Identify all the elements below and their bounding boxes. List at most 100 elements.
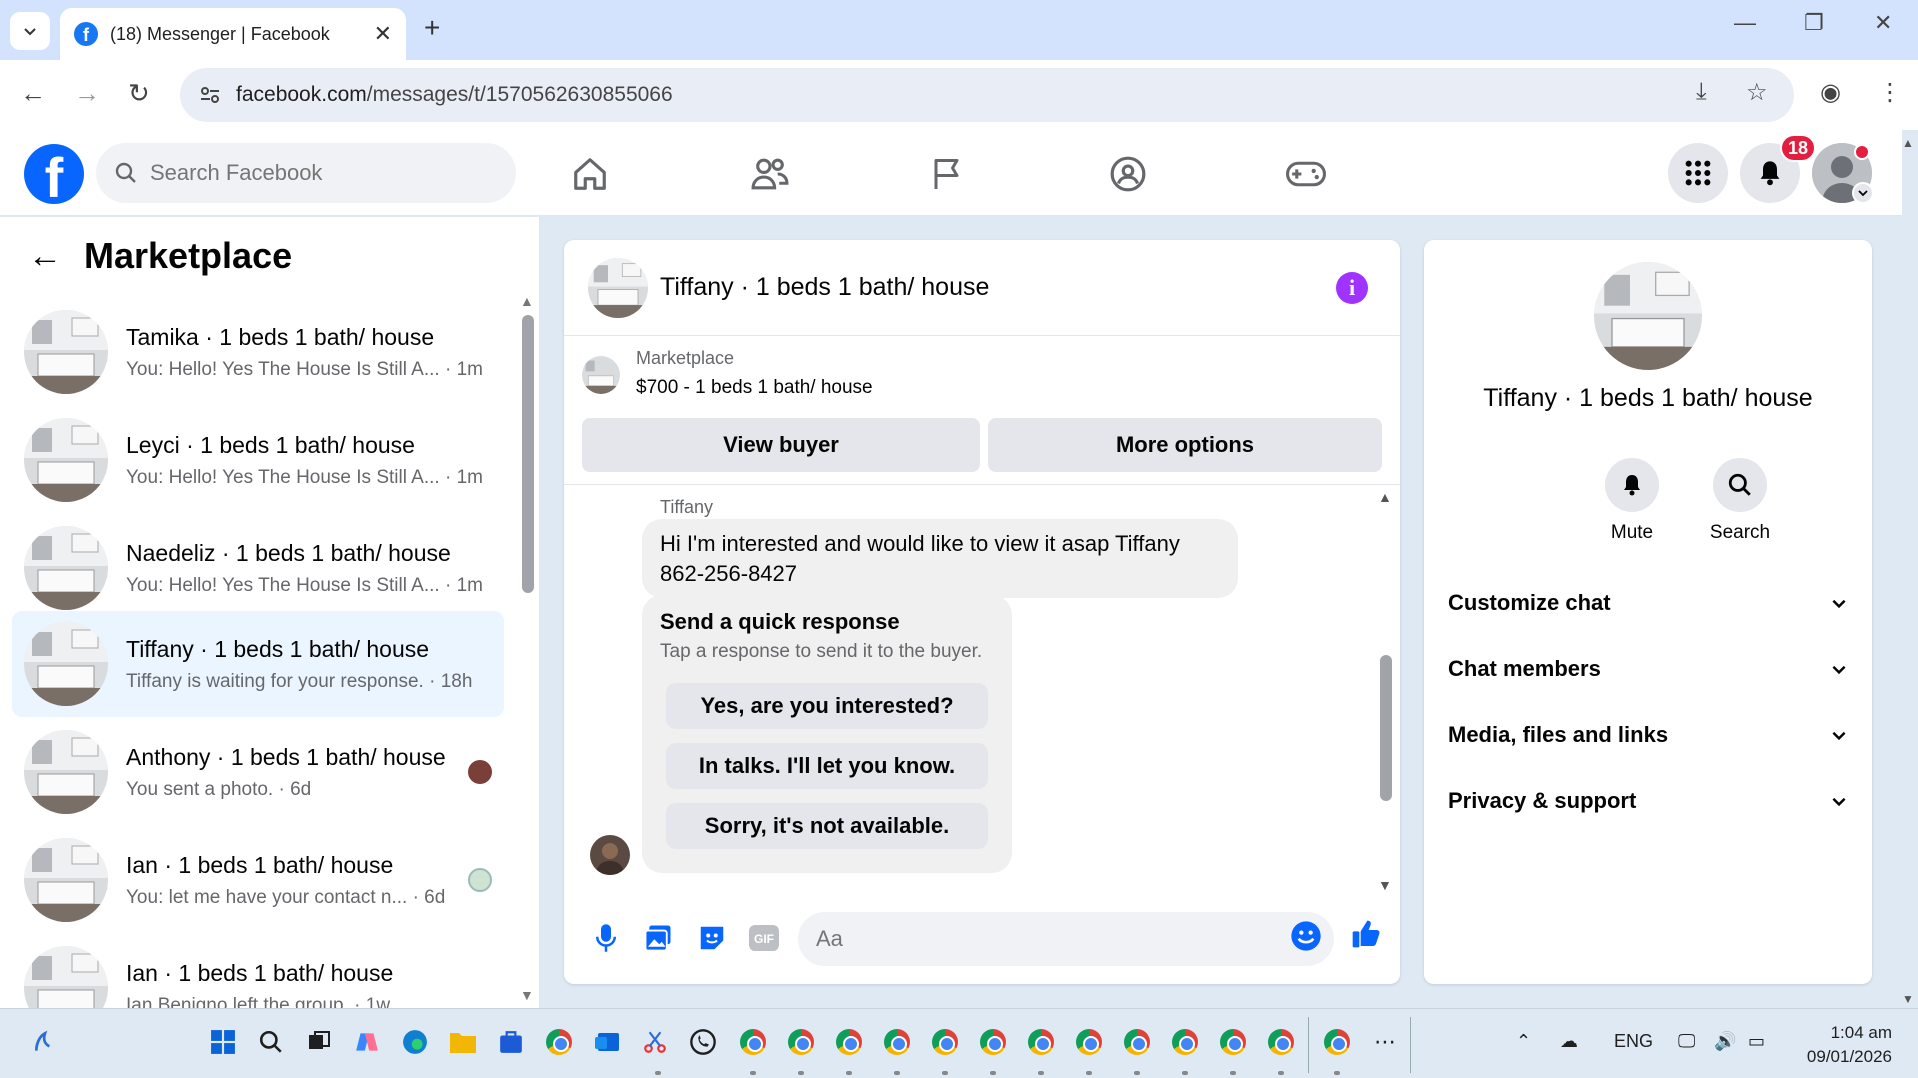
store-icon[interactable] [496, 1027, 526, 1057]
conversation-item-active[interactable]: Tiffany · 1 beds 1 bath/ house Tiffany is… [12, 611, 504, 717]
chrome-window-icon[interactable] [834, 1027, 864, 1057]
taskbar-search-icon[interactable] [256, 1027, 286, 1057]
media-files-section[interactable]: Media, files and links [1448, 710, 1848, 760]
listing-summary[interactable]: Marketplace $700 - 1 beds 1 bath/ house [582, 348, 873, 399]
bookmark-star-icon[interactable]: ☆ [1746, 78, 1768, 107]
chat-title[interactable]: Tiffany · 1 beds 1 bath/ house [660, 273, 989, 302]
friends-nav-icon[interactable] [748, 152, 792, 196]
chrome-window-icon[interactable] [786, 1027, 816, 1057]
close-tab-icon[interactable]: ✕ [374, 21, 392, 47]
chrome-window-icon[interactable] [1266, 1027, 1296, 1057]
groups-nav-icon[interactable] [1106, 152, 1150, 196]
volume-icon[interactable]: 🔊 [1714, 1031, 1736, 1052]
privacy-support-section[interactable]: Privacy & support [1448, 776, 1848, 826]
quick-reply-button[interactable]: Sorry, it's not available. [666, 803, 988, 849]
page-scroll-up-arrow[interactable]: ▲ [1902, 136, 1914, 150]
snipping-tool-icon[interactable] [640, 1027, 670, 1057]
address-bar[interactable]: facebook.com/messages/t/1570562630855066 [180, 68, 1794, 122]
chrome-window-icon[interactable] [738, 1027, 768, 1057]
gif-icon[interactable]: GIF [748, 922, 780, 954]
restore-button[interactable]: ❐ [1804, 10, 1824, 36]
pages-nav-icon[interactable] [926, 152, 970, 196]
profile-avatar[interactable] [1594, 262, 1702, 370]
list-scrollbar-thumb[interactable] [522, 315, 534, 593]
chrome-window-icon[interactable] [1074, 1027, 1104, 1057]
view-buyer-button[interactable]: View buyer [582, 418, 980, 472]
chrome-window-icon[interactable] [930, 1027, 960, 1057]
copilot-icon[interactable] [352, 1027, 382, 1057]
photo-icon[interactable] [642, 922, 674, 954]
conversation-item[interactable]: Naedeliz · 1 beds 1 bath/ house You: Hell… [12, 515, 504, 621]
message-input[interactable] [798, 912, 1334, 966]
chat-scroll-down-arrow[interactable]: ▼ [1378, 877, 1392, 893]
system-clock[interactable]: 1:04 am 09/01/2026 [1807, 1021, 1892, 1069]
facebook-logo-icon[interactable]: f [24, 144, 84, 204]
message-bubble[interactable]: Hi I'm interested and would like to view… [642, 519, 1238, 599]
like-thumb-icon[interactable] [1350, 918, 1382, 950]
battery-icon[interactable]: ▭ [1748, 1031, 1765, 1052]
close-window-button[interactable]: ✕ [1874, 10, 1892, 36]
task-view-icon[interactable] [304, 1027, 334, 1057]
emoji-icon[interactable] [1290, 920, 1322, 952]
quick-reply-button[interactable]: In talks. I'll let you know. [666, 743, 988, 789]
tab-search-button[interactable] [10, 12, 50, 50]
file-explorer-icon[interactable] [448, 1027, 478, 1057]
site-settings-icon[interactable] [198, 83, 222, 107]
chat-members-section[interactable]: Chat members [1448, 644, 1848, 694]
facebook-search[interactable] [96, 143, 516, 203]
install-app-icon[interactable]: ⤓ [1696, 78, 1707, 106]
chrome-window-icon[interactable] [978, 1027, 1008, 1057]
chat-scrollbar-thumb[interactable] [1380, 655, 1392, 801]
reload-button[interactable]: ↻ [128, 78, 150, 109]
chrome-window-icon[interactable] [1322, 1027, 1352, 1057]
chat-avatar[interactable] [588, 257, 648, 318]
profile-icon[interactable]: ◉ [1820, 78, 1841, 107]
chat-scroll-up-arrow[interactable]: ▲ [1378, 489, 1392, 505]
browser-tab-messenger[interactable]: f (18) Messenger | Facebook ✕ [60, 8, 406, 60]
network-icon[interactable]: 🖵 [1678, 1031, 1695, 1052]
microphone-icon[interactable] [590, 922, 622, 954]
conversation-item[interactable]: Tamika · 1 beds 1 bath/ house You: Hello!… [12, 299, 504, 405]
conversation-item[interactable]: Ian · 1 beds 1 bath/ house You: let me ha… [12, 827, 504, 933]
new-tab-button[interactable]: + [424, 12, 440, 44]
forward-button[interactable]: → [74, 78, 100, 109]
list-scroll-up-arrow[interactable]: ▲ [520, 293, 534, 309]
list-scroll-down-arrow[interactable]: ▼ [520, 987, 534, 1003]
conversation-item[interactable]: Leyci · 1 beds 1 bath/ house You: Hello! … [12, 407, 504, 513]
gaming-nav-icon[interactable] [1284, 152, 1328, 196]
chrome-window-icon[interactable] [1026, 1027, 1056, 1057]
home-nav-icon[interactable] [568, 152, 612, 196]
page-scroll-down-arrow[interactable]: ▼ [1902, 992, 1914, 1006]
mute-button[interactable]: Mute [1592, 458, 1672, 544]
minimize-button[interactable]: — [1734, 10, 1756, 36]
back-arrow-icon[interactable]: ← [28, 237, 62, 276]
search-in-chat-button[interactable]: Search [1700, 458, 1780, 544]
chrome-window-icon[interactable] [1122, 1027, 1152, 1057]
chrome-window-icon[interactable] [1170, 1027, 1200, 1057]
edge-icon[interactable] [400, 1027, 430, 1057]
back-button[interactable]: ← [20, 78, 46, 109]
more-apps-icon[interactable]: ⋯ [1370, 1027, 1400, 1057]
whatsapp-icon[interactable] [688, 1027, 718, 1057]
menu-grid-button[interactable] [1668, 143, 1728, 203]
browser-menu-icon[interactable]: ⋮ [1878, 78, 1902, 107]
account-chevron-down-icon[interactable] [1852, 182, 1874, 204]
onedrive-cloud-icon[interactable]: ☁ [1560, 1031, 1578, 1052]
chrome-window-icon[interactable] [882, 1027, 912, 1057]
quick-reply-button[interactable]: Yes, are you interested? [666, 683, 988, 729]
conversation-item[interactable]: Ian · 1 beds 1 bath/ house Ian Benigno le… [12, 935, 504, 1009]
outlook-icon[interactable] [592, 1027, 622, 1057]
chrome-window-icon[interactable] [1218, 1027, 1248, 1057]
chrome-icon[interactable] [544, 1027, 574, 1057]
customize-chat-section[interactable]: Customize chat [1448, 578, 1848, 628]
tray-chevron-up-icon[interactable]: ⌃ [1516, 1031, 1531, 1052]
search-input[interactable] [150, 160, 450, 186]
widgets-icon[interactable] [30, 1027, 60, 1057]
start-windows-icon[interactable] [208, 1027, 238, 1057]
info-icon[interactable]: i [1336, 272, 1368, 304]
sticker-icon[interactable] [696, 922, 728, 954]
language-indicator[interactable]: ENG [1614, 1031, 1653, 1052]
conversation-item[interactable]: Anthony · 1 beds 1 bath/ house You sent a… [12, 719, 504, 825]
more-options-button[interactable]: More options [988, 418, 1382, 472]
sender-avatar[interactable] [590, 835, 630, 875]
